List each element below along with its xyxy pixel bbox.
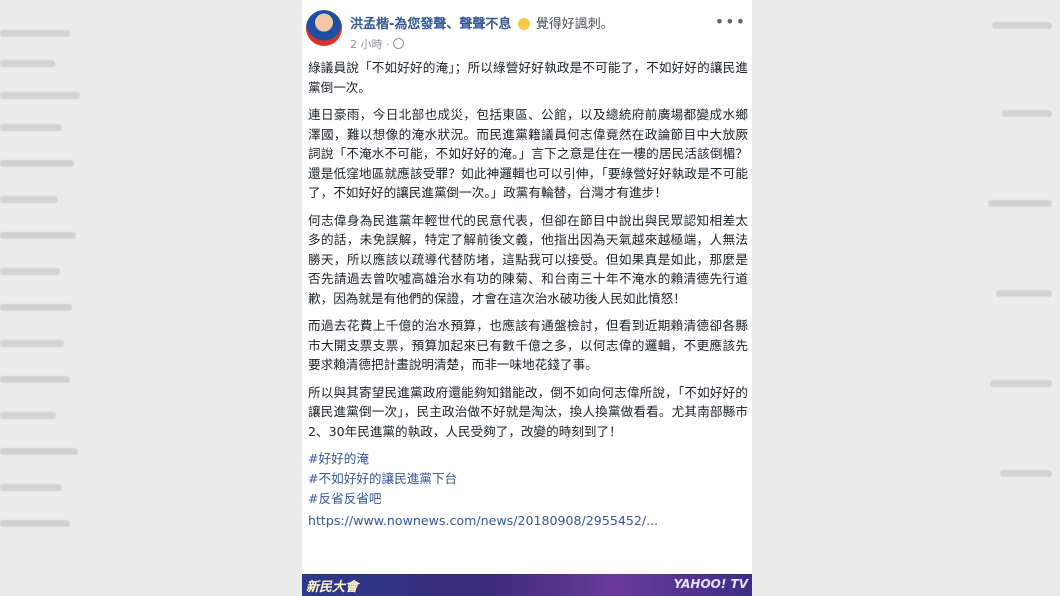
post-timestamp[interactable]: 2 小時	[350, 38, 383, 51]
post-paragraph: 而過去花費上千億的治水預算，也應該有通盤檢討，但看到近期賴清德卻各縣市大開支票支…	[308, 318, 748, 372]
video-show-title: 新民大會	[306, 580, 359, 595]
post-paragraph: 連日豪雨，今日北部也成災，包括東區、公館，以及總統府前廣場都變成水鄉澤國，難以想…	[308, 107, 748, 200]
post-paragraph: 綠議員說「不如好好的淹」；所以綠營好好執政是不可能了，不如好好的讓民進黨倒一次。	[308, 60, 748, 95]
post-paragraph: 所以與其寄望民進黨政府還能夠知錯能改，倒不如向何志偉所說，「不如好好的讓民進黨倒…	[308, 384, 748, 439]
hashtag-link[interactable]: #反省反省吧	[308, 489, 748, 509]
avatar[interactable]	[306, 10, 342, 46]
meta-separator: ·	[386, 38, 393, 51]
feeling-emoji-icon	[517, 18, 530, 30]
post-paragraph: 何志偉身為民進黨年輕世代的民意代表，但卻在節目中說出與民眾認知相差太多的話，未免…	[308, 212, 748, 306]
author-name-link[interactable]: 洪孟楷-為您發聲、聲聲不息	[350, 17, 511, 32]
globe-icon	[393, 38, 404, 49]
feeling-text: 覺得好諷刺。	[535, 17, 614, 32]
blurred-background-left	[0, 0, 302, 596]
post-meta: 2 小時 ·	[350, 36, 404, 52]
hashtag-link[interactable]: #好好的淹	[308, 449, 748, 469]
more-options-button[interactable]: •••	[715, 12, 746, 31]
post-header: 洪孟楷-為您發聲、聲聲不息 覺得好諷刺。 2 小時 · •••	[302, 0, 752, 58]
blurred-background-right	[752, 0, 1060, 596]
video-preview[interactable]: 新民大會 YAHOO! TV	[302, 574, 752, 596]
hashtag-link[interactable]: #不如好好的讓民進黨下台	[308, 469, 748, 489]
facebook-post: 洪孟楷-為您發聲、聲聲不息 覺得好諷刺。 2 小時 · ••• 綠議員說「不如好…	[302, 0, 752, 596]
post-body: 綠議員說「不如好好的淹」；所以綠營好好執政是不可能了，不如好好的讓民進黨倒一次。…	[308, 58, 748, 531]
yahoo-tv-logo: YAHOO! TV	[673, 577, 748, 591]
article-link[interactable]: https://www.nownews.com/news/20180908/29…	[308, 511, 748, 531]
author-line: 洪孟楷-為您發聲、聲聲不息 覺得好諷刺。	[350, 13, 614, 32]
